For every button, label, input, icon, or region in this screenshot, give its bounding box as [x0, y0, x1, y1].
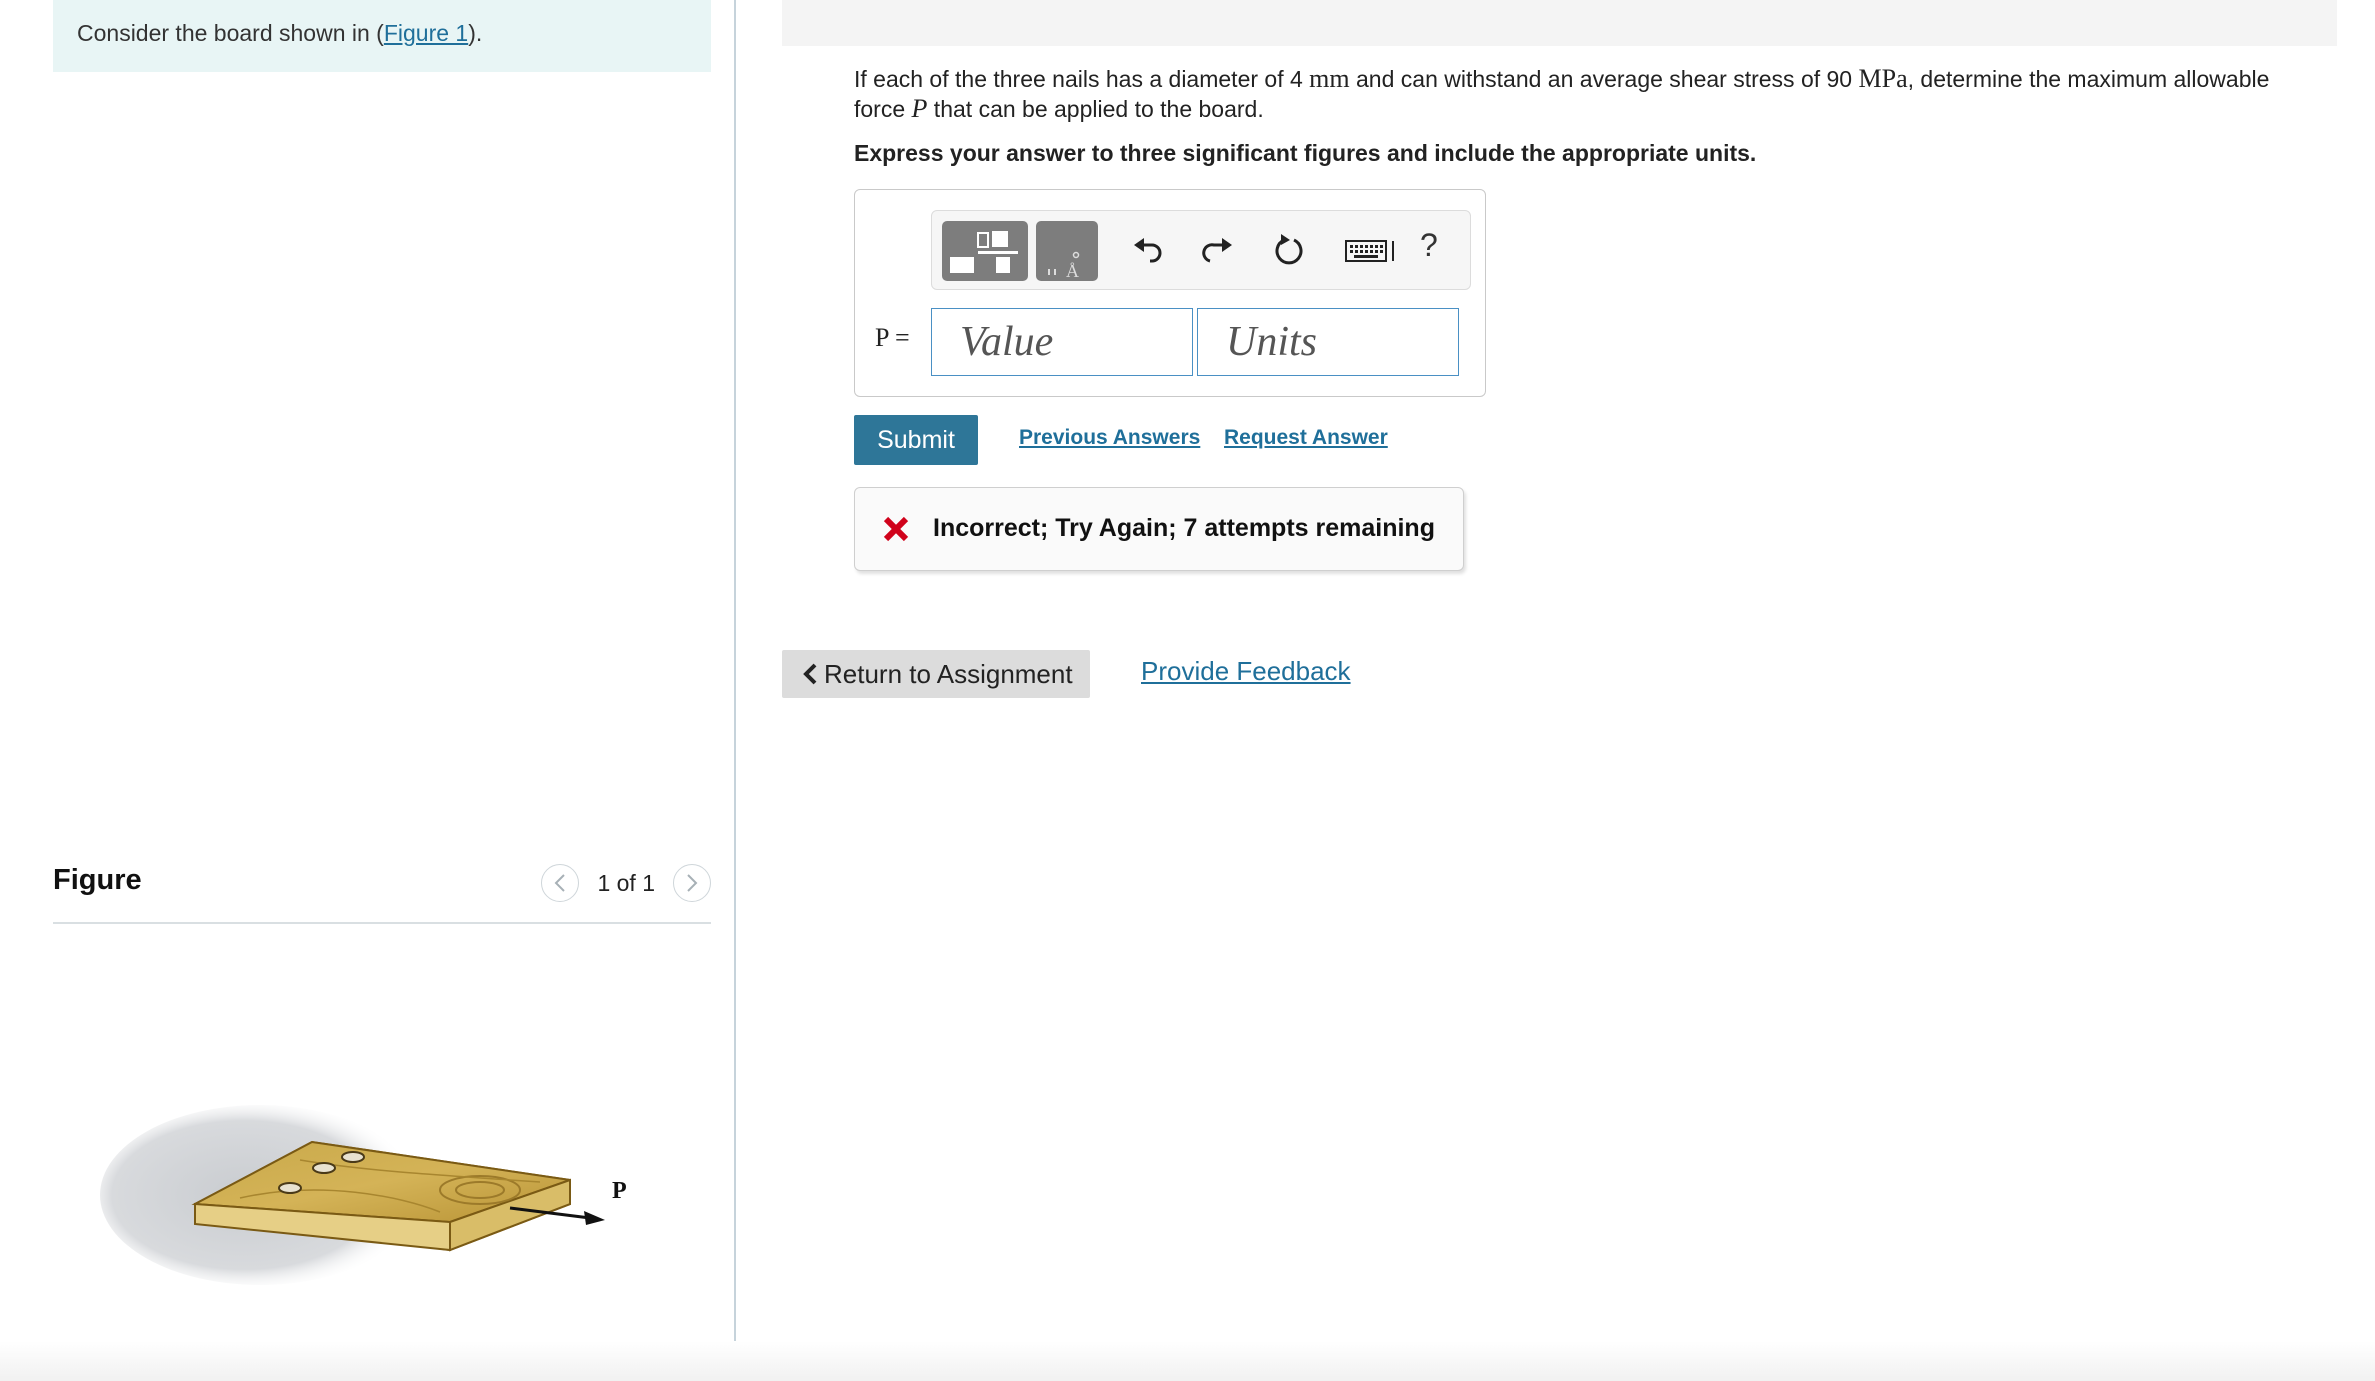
redo-button[interactable]: [1200, 233, 1236, 269]
units-input[interactable]: [1197, 308, 1459, 376]
reset-button[interactable]: [1270, 233, 1306, 269]
context-box: Consider the board shown in (Figure 1).: [53, 0, 711, 72]
templates-icon: [950, 231, 1018, 273]
question-text: If each of the three nails has a diamete…: [854, 64, 2324, 124]
keyboard-icon: [1345, 240, 1394, 262]
figure-1-link[interactable]: Figure 1: [384, 20, 468, 46]
figure-title: Figure: [53, 864, 142, 896]
chevron-left-icon: [802, 662, 818, 686]
bottom-fade: [0, 1341, 2375, 1381]
figure-pager: 1 of 1: [541, 864, 711, 902]
figure-next-button[interactable]: [673, 864, 711, 902]
submit-button[interactable]: Submit: [854, 415, 978, 465]
feedback-message: Incorrect; Try Again; 7 attempts remaini…: [933, 514, 1435, 542]
answer-box: Å ? P =: [854, 189, 1486, 397]
nail-head: [312, 1162, 336, 1174]
undo-icon: [1134, 238, 1162, 263]
provide-feedback-link[interactable]: Provide Feedback: [1141, 656, 1351, 687]
previous-answers-link[interactable]: Previous Answers: [1019, 426, 1200, 450]
figure-divider: [53, 922, 711, 924]
return-label: Return to Assignment: [824, 658, 1073, 689]
arrow-head-icon: [584, 1211, 605, 1225]
nail-head: [278, 1182, 302, 1194]
value-input[interactable]: [931, 308, 1193, 376]
redo-icon: [1202, 238, 1232, 263]
answer-instruction: Express your answer to three significant…: [854, 140, 1757, 166]
incorrect-x-icon: [883, 516, 909, 542]
figure-page-indicator: 1 of 1: [597, 869, 655, 896]
chevron-right-icon: [687, 874, 698, 892]
templates-button[interactable]: [942, 221, 1028, 281]
reset-icon: [1275, 234, 1303, 265]
help-button[interactable]: ?: [1420, 227, 1438, 264]
question-part: If each of the three nails has a diamete…: [854, 66, 1310, 92]
svg-text:Å: Å: [1066, 261, 1079, 281]
left-panel: Consider the board shown in (Figure 1). …: [0, 0, 736, 1381]
keyboard-button[interactable]: [1344, 233, 1400, 269]
context-suffix: ).: [468, 20, 483, 46]
unit-mpa: MPa: [1858, 64, 1908, 93]
variable-p: P: [911, 94, 928, 123]
chevron-left-icon: [555, 874, 566, 892]
return-to-assignment-button[interactable]: Return to Assignment: [782, 650, 1090, 698]
context-text: Consider the board shown in (Figure 1).: [77, 20, 482, 47]
force-label: P: [612, 1178, 627, 1204]
context-prefix: Consider the board shown in (: [77, 20, 384, 46]
math-toolbar: Å ?: [931, 210, 1471, 290]
figure-header: Figure 1 of 1: [53, 858, 711, 924]
board-figure-image: P: [100, 1105, 627, 1285]
nail-head: [341, 1151, 365, 1163]
panel-divider: [734, 0, 736, 1381]
question-part: and can withstand an average shear stres…: [1349, 66, 1859, 92]
request-answer-link[interactable]: Request Answer: [1224, 426, 1388, 450]
undo-button[interactable]: [1130, 233, 1166, 269]
question-part: that can be applied to the board.: [927, 96, 1264, 122]
figure-prev-button[interactable]: [541, 864, 580, 902]
units-button[interactable]: Å: [1036, 221, 1098, 281]
feedback-box: Incorrect; Try Again; 7 attempts remaini…: [854, 487, 1464, 571]
part-header-bar: [782, 0, 2337, 46]
unit-mm: mm: [1309, 64, 1350, 93]
answer-variable-label: P =: [875, 323, 910, 352]
units-icon: Å: [1048, 251, 1080, 281]
